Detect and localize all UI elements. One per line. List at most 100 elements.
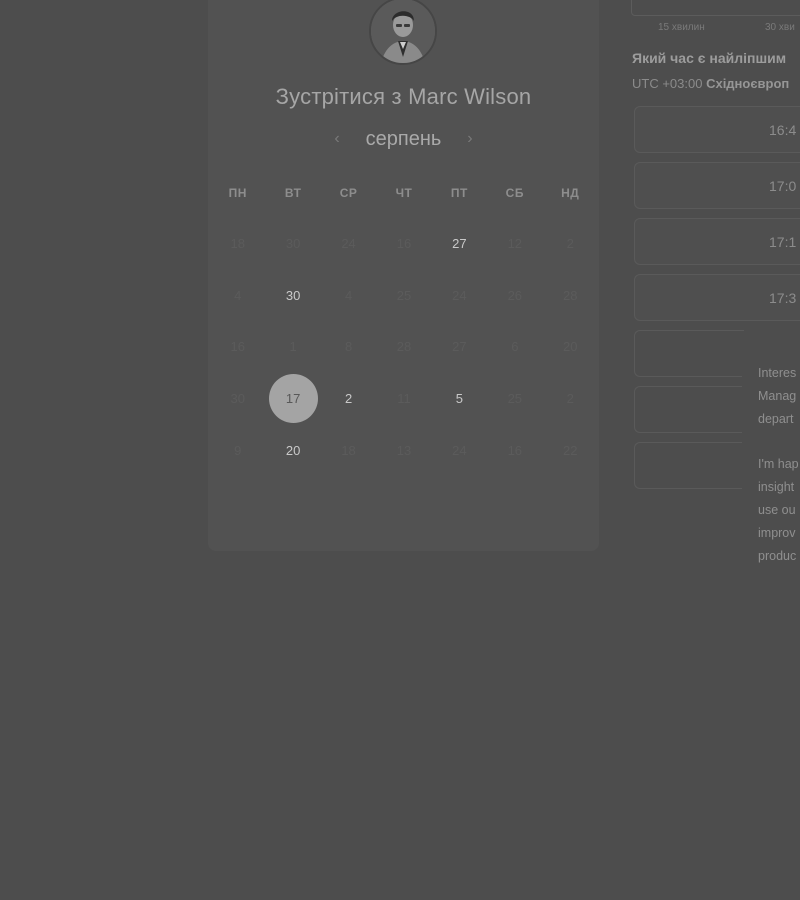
note-line: Interes (758, 366, 797, 380)
note-line: insight (758, 480, 795, 494)
calendar-day-number: 11 (397, 391, 411, 407)
calendar-day-number: 16 (230, 339, 245, 355)
time-slot[interactable]: 17:0 (634, 162, 800, 209)
time-slot[interactable]: 16:4 (634, 106, 800, 153)
calendar-day: 16 (210, 321, 265, 373)
calendar-day: 16 (376, 218, 431, 270)
calendar-day: 30 (265, 218, 320, 270)
calendar-day[interactable]: 27 (432, 218, 487, 270)
duration-tab-15[interactable]: 15 хвилин (658, 22, 705, 33)
time-slot[interactable]: 17:3 (634, 274, 800, 321)
calendar-day-number: 18 (230, 236, 245, 252)
calendar-day: 6 (487, 321, 542, 373)
calendar-day: 18 (321, 424, 376, 476)
note-line: depart (758, 412, 794, 426)
calendar-day: 2 (543, 373, 598, 425)
calendar-day[interactable]: 30 (265, 270, 320, 322)
calendar-day-number: 22 (563, 442, 578, 458)
calendar-day: 1 (265, 321, 320, 373)
calendar-day: 22 (543, 424, 598, 476)
calendar-day-number: 24 (341, 236, 356, 252)
booking-page-dimmed: Зустрітися з Marc Wilson ‹ серпень › ПН В… (0, 0, 800, 900)
calendar-day: 25 (487, 373, 542, 425)
weekday-header: ПН ВТ СР ЧТ ПТ СБ НД (210, 186, 598, 200)
calendar-day: 2 (543, 218, 598, 270)
time-heading: Який час є найліпшим (632, 50, 787, 66)
duration-tab-30[interactable]: 30 хви (765, 22, 795, 33)
time-slot[interactable] (634, 442, 744, 489)
calendar-day-number: 18 (341, 442, 356, 458)
host-description: Interes Manag depart I'm hap insight use… (742, 362, 800, 582)
calendar-day: 24 (321, 218, 376, 270)
calendar-day: 28 (376, 321, 431, 373)
calendar-day: 27 (432, 321, 487, 373)
calendar-day[interactable]: 20 (265, 424, 320, 476)
timezone-label[interactable]: UTC +03:00 Східноєвроп (632, 76, 789, 91)
chevron-right-icon[interactable]: › (459, 130, 481, 148)
calendar-day[interactable]: 2 (321, 373, 376, 425)
calendar-day-number: 4 (344, 287, 353, 303)
note-line: improv (758, 526, 796, 540)
calendar-day: 28 (543, 270, 598, 322)
time-slot-label: 17:1 (769, 234, 797, 250)
calendar-day: 9 (210, 424, 265, 476)
host-avatar (369, 0, 437, 65)
calendar-day-number: 8 (344, 339, 353, 355)
calendar-day-number: 20 (563, 339, 578, 355)
time-slot-label: 17:0 (769, 178, 797, 194)
note-line: Manag (758, 389, 797, 403)
calendar-day: 30 (210, 373, 265, 425)
calendar-day[interactable]: 5 (432, 373, 487, 425)
time-slot[interactable] (634, 386, 744, 433)
weekday-label: СБ (505, 186, 524, 200)
calendar-day-number: 25 (507, 391, 523, 407)
calendar-day-number: 12 (507, 236, 523, 252)
calendar-day-selected[interactable]: 17 (265, 373, 320, 425)
calendar-day-number: 26 (507, 287, 523, 303)
calendar-day-number: 28 (563, 287, 578, 303)
calendar-day: 4 (210, 270, 265, 322)
duration-tabs (631, 0, 800, 16)
calendar-day: 18 (210, 218, 265, 270)
calendar-day-number: 24 (452, 442, 467, 458)
calendar-day-number: 25 (396, 287, 412, 303)
calendar-day-number: 2 (344, 391, 353, 407)
calendar-day-number: 27 (452, 339, 467, 355)
calendar-day-number: 30 (285, 287, 301, 303)
calendar-day-number: 17 (268, 374, 318, 424)
month-label: серпень (365, 128, 442, 150)
weekday-label: ЧТ (395, 186, 413, 200)
timezone-offset: UTC +03:00 (632, 76, 703, 91)
timezone-name: Східноєвроп (706, 76, 790, 91)
calendar-day-number: 27 (452, 236, 467, 252)
calendar-day: 25 (376, 270, 431, 322)
calendar-day: 4 (321, 270, 376, 322)
weekday-label: ПТ (450, 186, 468, 200)
calendar-day-number: 6 (511, 339, 519, 355)
time-slot-label: 17:3 (769, 290, 797, 306)
calendar-day-number: 30 (285, 236, 301, 252)
calendar-day: 20 (543, 321, 598, 373)
calendar-day-number: 4 (234, 287, 242, 303)
calendar-day: 16 (487, 424, 542, 476)
calendar-day: 8 (321, 321, 376, 373)
calendar-day-number: 2 (566, 391, 574, 407)
calendar-day-number: 13 (396, 442, 412, 458)
chevron-left-icon[interactable]: ‹ (326, 130, 348, 148)
weekday-label: ВТ (284, 186, 302, 200)
note-line: produc (758, 549, 797, 563)
calendar-day-number: 16 (507, 442, 523, 458)
month-navigation: ‹ серпень › (208, 128, 599, 151)
time-slot[interactable] (634, 330, 744, 377)
calendar-day-number: 5 (455, 391, 464, 407)
time-slot[interactable]: 17:1 (634, 218, 800, 265)
calendar-day: 26 (487, 270, 542, 322)
calendar-day-number: 1 (289, 339, 297, 355)
time-slot-label: 16:4 (769, 122, 797, 138)
weekday-label: НД (561, 186, 580, 200)
calendar-day-number: 16 (396, 236, 412, 252)
calendar-day-number: 9 (234, 442, 242, 458)
weekday-label: ПН (228, 186, 247, 200)
calendar-day: 13 (376, 424, 431, 476)
weekday-label: СР (339, 186, 358, 200)
